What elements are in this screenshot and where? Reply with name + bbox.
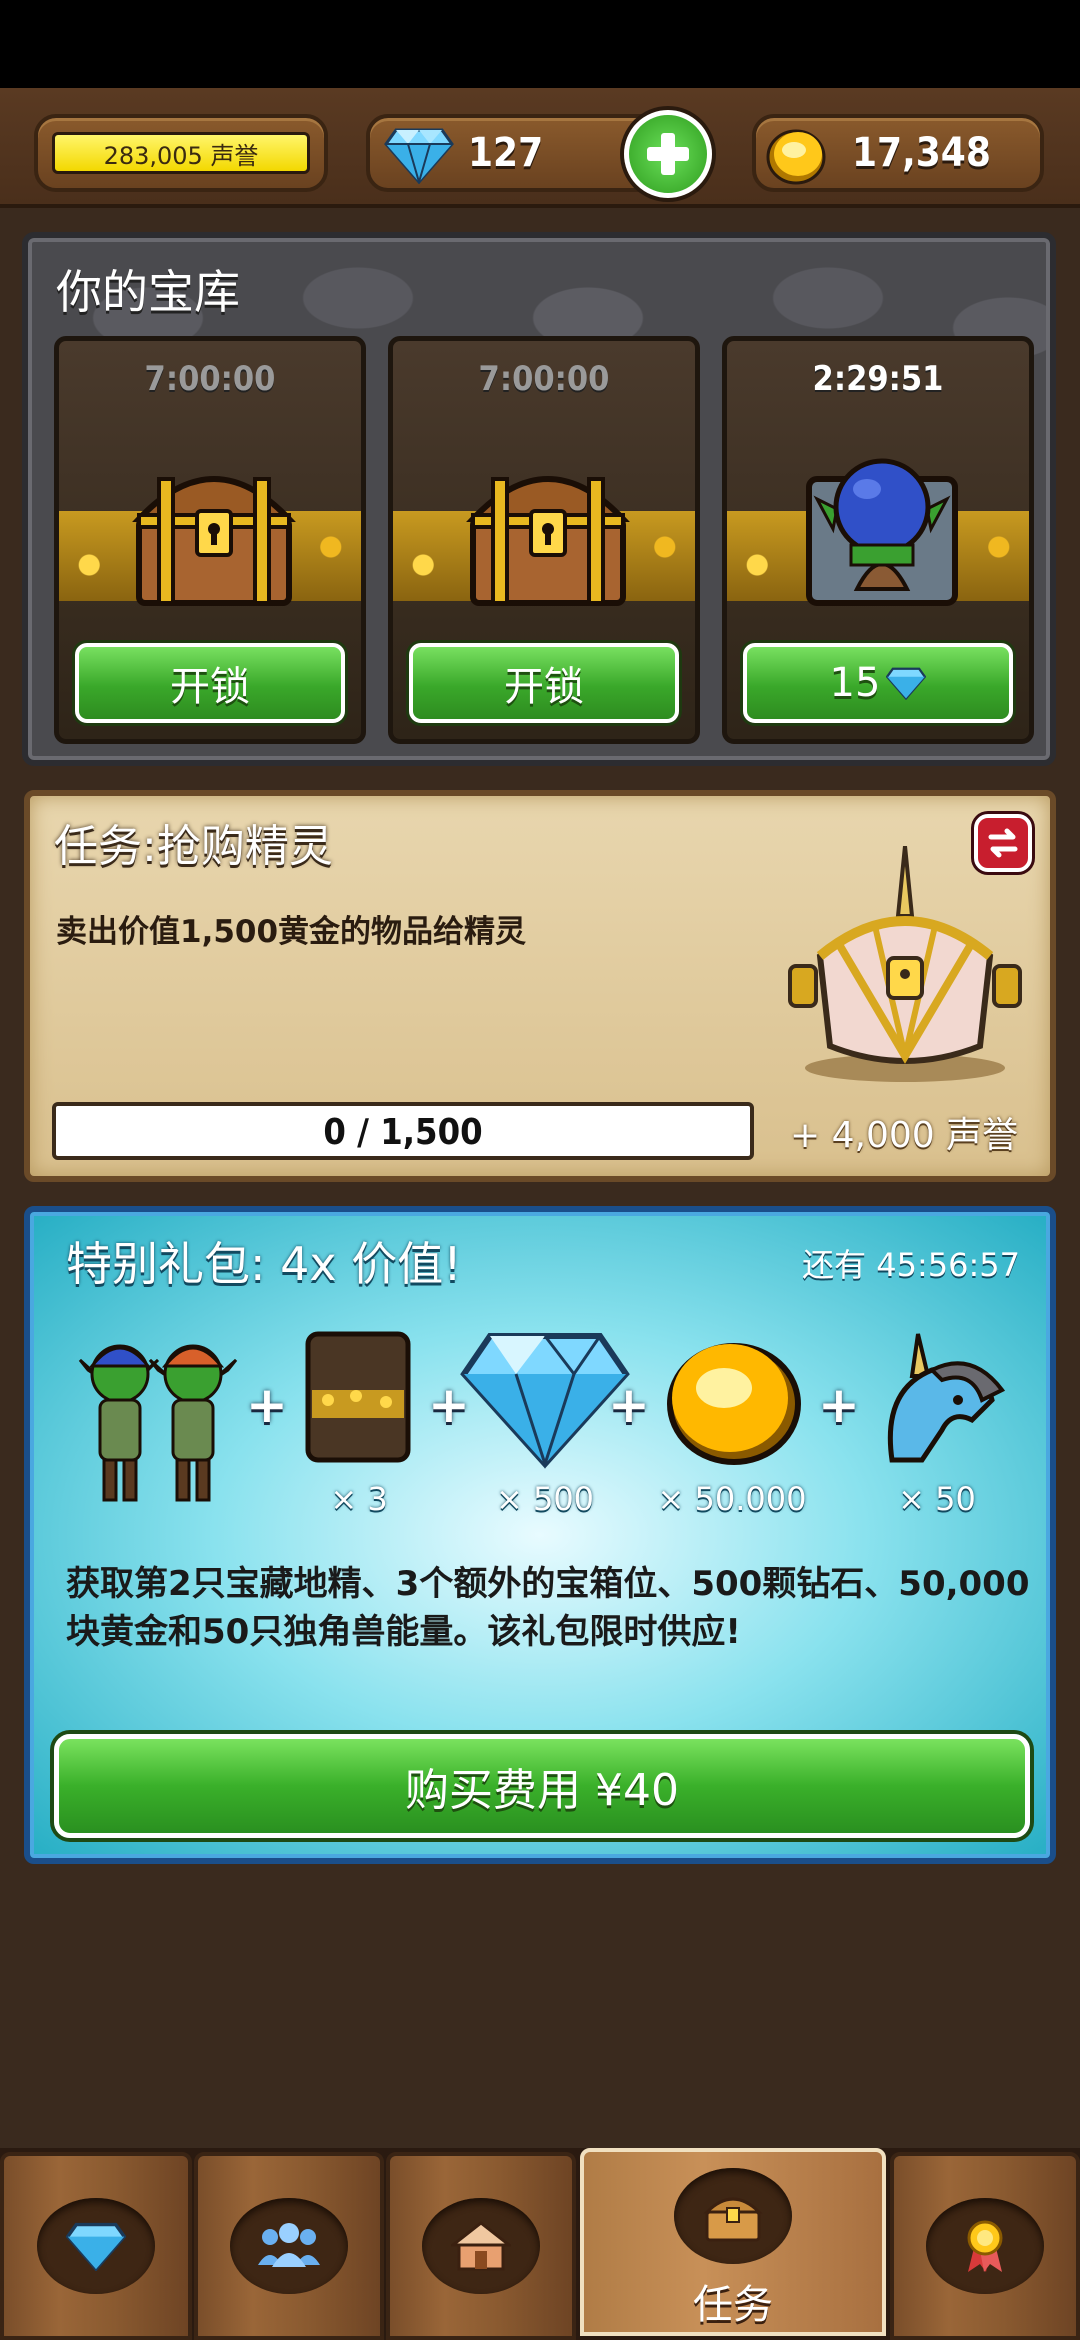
offer-title: 特别礼包: 4x 价值! [66, 1237, 462, 1291]
diamond-icon [460, 1333, 630, 1469]
resource-bar: 283,005 声誉 127 17,348 [0, 88, 1080, 208]
vault-slot-2[interactable]: 7:00:00 开锁 [388, 336, 700, 744]
goblin-opening-chest-icon [806, 458, 958, 606]
treasure-chest-icon [466, 476, 630, 606]
vault-slot-1[interactable]: 7:00:00 开锁 [54, 336, 366, 744]
task-title: 任务:抢购精灵 [54, 821, 333, 872]
plus-icon: + [608, 1376, 650, 1434]
tab-icon-well [37, 2198, 155, 2294]
diamond-icon [886, 667, 927, 700]
tab-social[interactable] [194, 2152, 384, 2340]
gold-value: 17,348 [852, 130, 991, 176]
task-reward: + 4,000 声誉 [790, 1115, 1019, 1156]
tab-tasks[interactable]: 任务 [580, 2148, 886, 2336]
item-quantity: × 500 [495, 1480, 595, 1518]
offer-description: 获取第2只宝藏地精、3个额外的宝箱位、500颗钻石、50,000块黄金和50只独… [66, 1564, 1030, 1652]
special-offer-panel: 特别礼包: 4x 价值! 还有 45:56:57 + × 3 + × 500 +… [24, 1206, 1056, 1864]
vault-panel: 你的宝库 7:00:00 开锁 7:00:00 开锁 2:29:51 15 [22, 232, 1056, 766]
slot-timer: 7:00:00 [478, 359, 610, 399]
chest-slot-icon [305, 1331, 411, 1463]
buy-offer-button[interactable]: 购买费用 ¥40 [54, 1734, 1030, 1838]
task-panel: 任务:抢购精灵 卖出价值1,500黄金的物品给精灵 0 / 1,500 + 4,… [24, 790, 1056, 1182]
house-icon [451, 2221, 511, 2271]
status-bar [0, 0, 1080, 88]
unicorn-chest-icon [788, 846, 1022, 1082]
gold-pill: 17,348 [752, 114, 1044, 192]
offer-item-goblins [78, 1330, 238, 1514]
offer-item-diamond: × 500 [460, 1330, 630, 1518]
twin-goblins-icon [78, 1344, 238, 1502]
speed-up-cost: 15 [829, 660, 881, 706]
task-progress-bar: 0 / 1,500 [52, 1102, 754, 1160]
medal-icon [967, 2220, 1003, 2272]
gold-coin-icon [667, 1343, 801, 1465]
offer-item-gold: × 50.000 [652, 1330, 812, 1518]
item-quantity: × 50.000 [657, 1480, 807, 1518]
unicorn-icon [887, 1333, 1006, 1463]
tab-achievements[interactable] [890, 2152, 1080, 2340]
reputation-value: 283,005 声誉 [52, 132, 310, 174]
plus-icon: + [818, 1376, 860, 1434]
tab-shop-building[interactable] [386, 2152, 576, 2340]
tab-icon-well [926, 2198, 1044, 2294]
gems-value: 127 [468, 130, 544, 176]
tab-label: 任务 [693, 2282, 773, 2328]
tab-icon-well [230, 2198, 348, 2294]
chest-icon [703, 2197, 763, 2242]
diamond-icon [384, 128, 454, 184]
item-quantity: × 50 [898, 1480, 976, 1518]
slot-timer: 2:29:51 [812, 359, 944, 399]
offer-timer: 还有 45:56:57 [802, 1246, 1020, 1284]
task-progress-text: 0 / 1,500 [323, 1112, 483, 1153]
plus-icon: + [246, 1376, 288, 1434]
gems-pill: 127 [366, 110, 712, 198]
offer-item-unicorn: × 50 [862, 1330, 1012, 1518]
vault-slot-3[interactable]: 2:29:51 15 [722, 336, 1034, 744]
speed-up-button[interactable]: 15 [743, 643, 1013, 723]
task-description: 卖出价值1,500黄金的物品给精灵 [56, 914, 527, 950]
unlock-button[interactable]: 开锁 [75, 643, 345, 723]
unlock-button[interactable]: 开锁 [409, 643, 679, 723]
tab-icon-well [422, 2198, 540, 2294]
people-icon [258, 2223, 320, 2267]
vault-title: 你的宝库 [56, 265, 240, 319]
treasure-chest-icon [132, 476, 296, 606]
tab-icon-well [674, 2168, 792, 2264]
add-gems-button[interactable] [624, 110, 712, 198]
gold-coin-icon [766, 129, 826, 185]
bottom-nav: 任务 [0, 2148, 1080, 2340]
plus-icon [647, 133, 689, 175]
diamond-icon [66, 2222, 126, 2271]
offer-item-chest-slot: × 3 [294, 1330, 424, 1518]
tab-shop[interactable] [0, 2152, 192, 2340]
slot-timer: 7:00:00 [144, 359, 276, 399]
item-quantity: × 3 [330, 1480, 388, 1518]
reputation-pill: 283,005 声誉 [34, 114, 328, 192]
